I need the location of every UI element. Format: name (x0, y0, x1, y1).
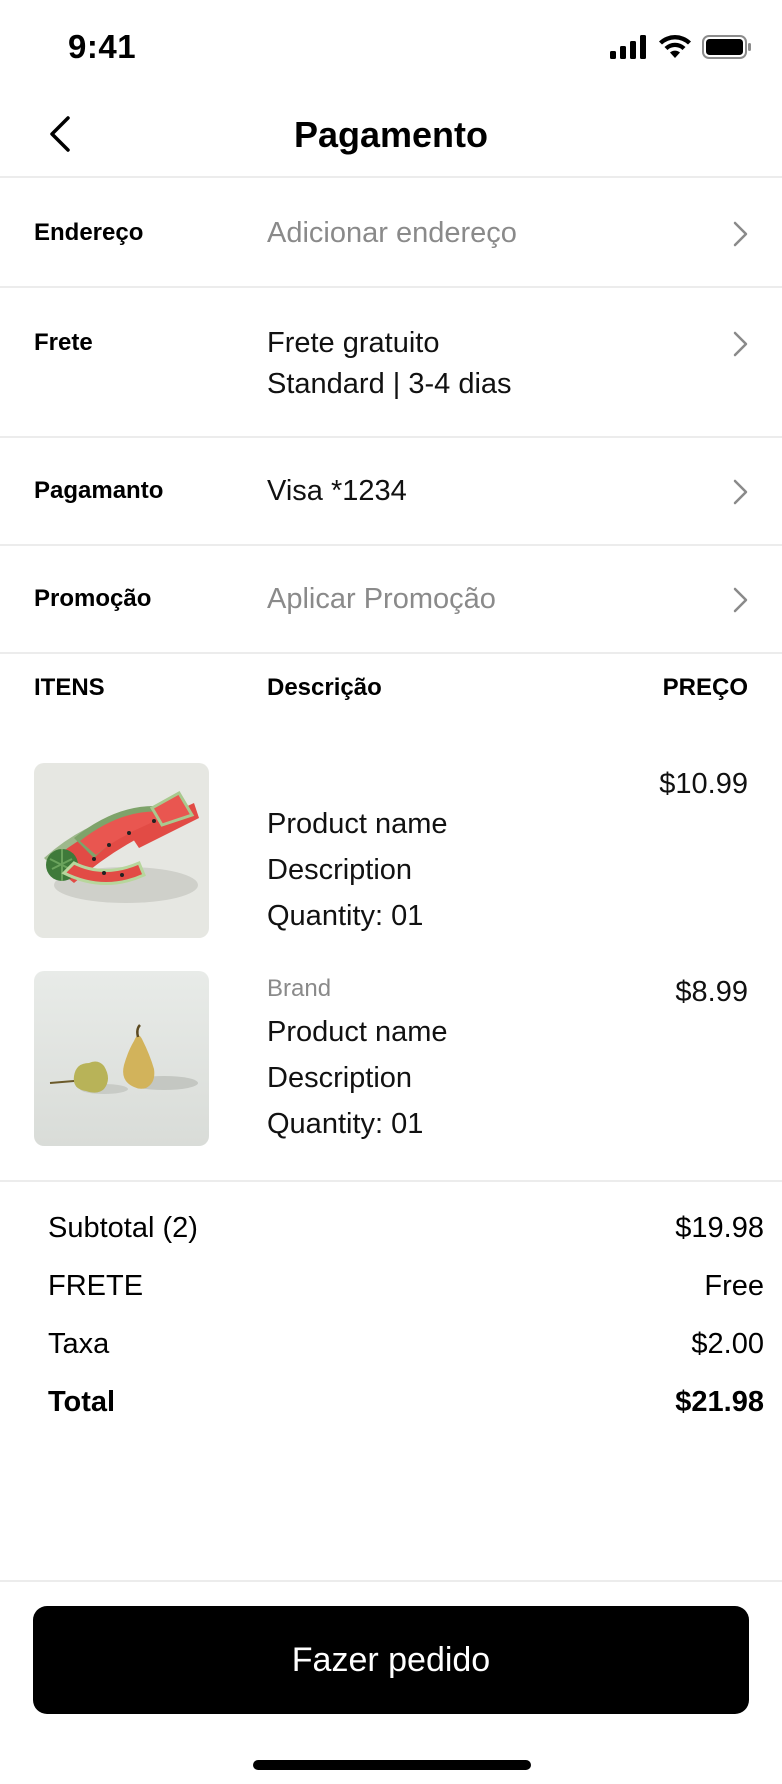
chevron-right-icon (733, 221, 748, 247)
tax-row: Taxa $2.00 (48, 1328, 764, 1368)
shipping-row[interactable]: Frete Frete gratuito Standard | 3-4 dias (0, 288, 782, 438)
shipping-summary-label: FRETE (48, 1270, 144, 1302)
subtotal-value: $19.98 (675, 1212, 764, 1244)
total-label: Total (48, 1386, 116, 1418)
item-name: Product name (267, 1016, 448, 1048)
description-column-header: Descrição (267, 674, 382, 701)
place-order-button[interactable]: Fazer pedido (33, 1606, 749, 1714)
price-column-header: PREÇO (662, 674, 748, 701)
item-quantity: Quantity: 01 (267, 900, 424, 932)
wifi-icon (659, 35, 691, 58)
promotion-value: Aplicar Promoção (267, 583, 496, 615)
shipping-value-line2: Standard | 3-4 dias (267, 368, 512, 400)
total-value: $21.98 (675, 1386, 764, 1418)
promotion-label: Promoção (34, 585, 152, 612)
status-icons (610, 34, 752, 60)
page-title: Pagamento (293, 114, 489, 155)
list-item[interactable]: Brand Product name Description Quantity:… (0, 971, 782, 1151)
list-item[interactable]: Product name Description Quantity: 01 $1… (0, 763, 782, 943)
item-description: Description (267, 854, 413, 886)
item-price: $8.99 (675, 976, 748, 1008)
status-time: 9:41 (68, 28, 137, 65)
payment-row[interactable]: Pagamanto Visa *1234 (0, 438, 782, 546)
pears-image (34, 971, 209, 1146)
chevron-right-icon (733, 587, 748, 613)
item-name: Product name (267, 808, 448, 840)
address-label: Endereço (34, 219, 144, 246)
tax-label: Taxa (48, 1328, 110, 1360)
watermelon-image (34, 763, 209, 938)
address-row[interactable]: Endereço Adicionar endereço (0, 180, 782, 288)
payment-label: Pagamanto (34, 477, 164, 504)
signal-icon (610, 35, 646, 59)
nav-bar: Pagamento (0, 92, 782, 178)
subtotal-row: Subtotal (2) $19.98 (48, 1212, 764, 1252)
status-bar: 9:41 (0, 0, 782, 92)
chevron-right-icon (733, 331, 748, 357)
battery-icon (702, 35, 751, 59)
address-value: Adicionar endereço (267, 217, 517, 249)
bottom-bar: Fazer pedido (0, 1580, 782, 1784)
items-header: ITENS Descrição PREÇO (0, 656, 782, 716)
item-quantity: Quantity: 01 (267, 1108, 424, 1140)
subtotal-label: Subtotal (2) (48, 1212, 198, 1244)
home-indicator[interactable] (253, 1760, 531, 1770)
item-brand: Brand (267, 975, 332, 1002)
promotion-row[interactable]: Promoção Aplicar Promoção (0, 546, 782, 654)
chevron-right-icon (733, 479, 748, 505)
shipping-label: Frete (34, 329, 93, 356)
tax-value: $2.00 (691, 1328, 764, 1360)
payment-value: Visa *1234 (267, 475, 407, 507)
item-description: Description (267, 1062, 413, 1094)
items-column-header: ITENS (34, 674, 105, 701)
total-row: Total $21.98 (48, 1386, 764, 1426)
item-price: $10.99 (659, 768, 748, 800)
shipping-summary-row: FRETE Free (48, 1270, 764, 1310)
order-summary: Subtotal (2) $19.98 FRETE Free Taxa $2.0… (0, 1180, 782, 1418)
shipping-summary-value: Free (704, 1270, 764, 1302)
shipping-value-line1: Frete gratuito (267, 327, 440, 359)
